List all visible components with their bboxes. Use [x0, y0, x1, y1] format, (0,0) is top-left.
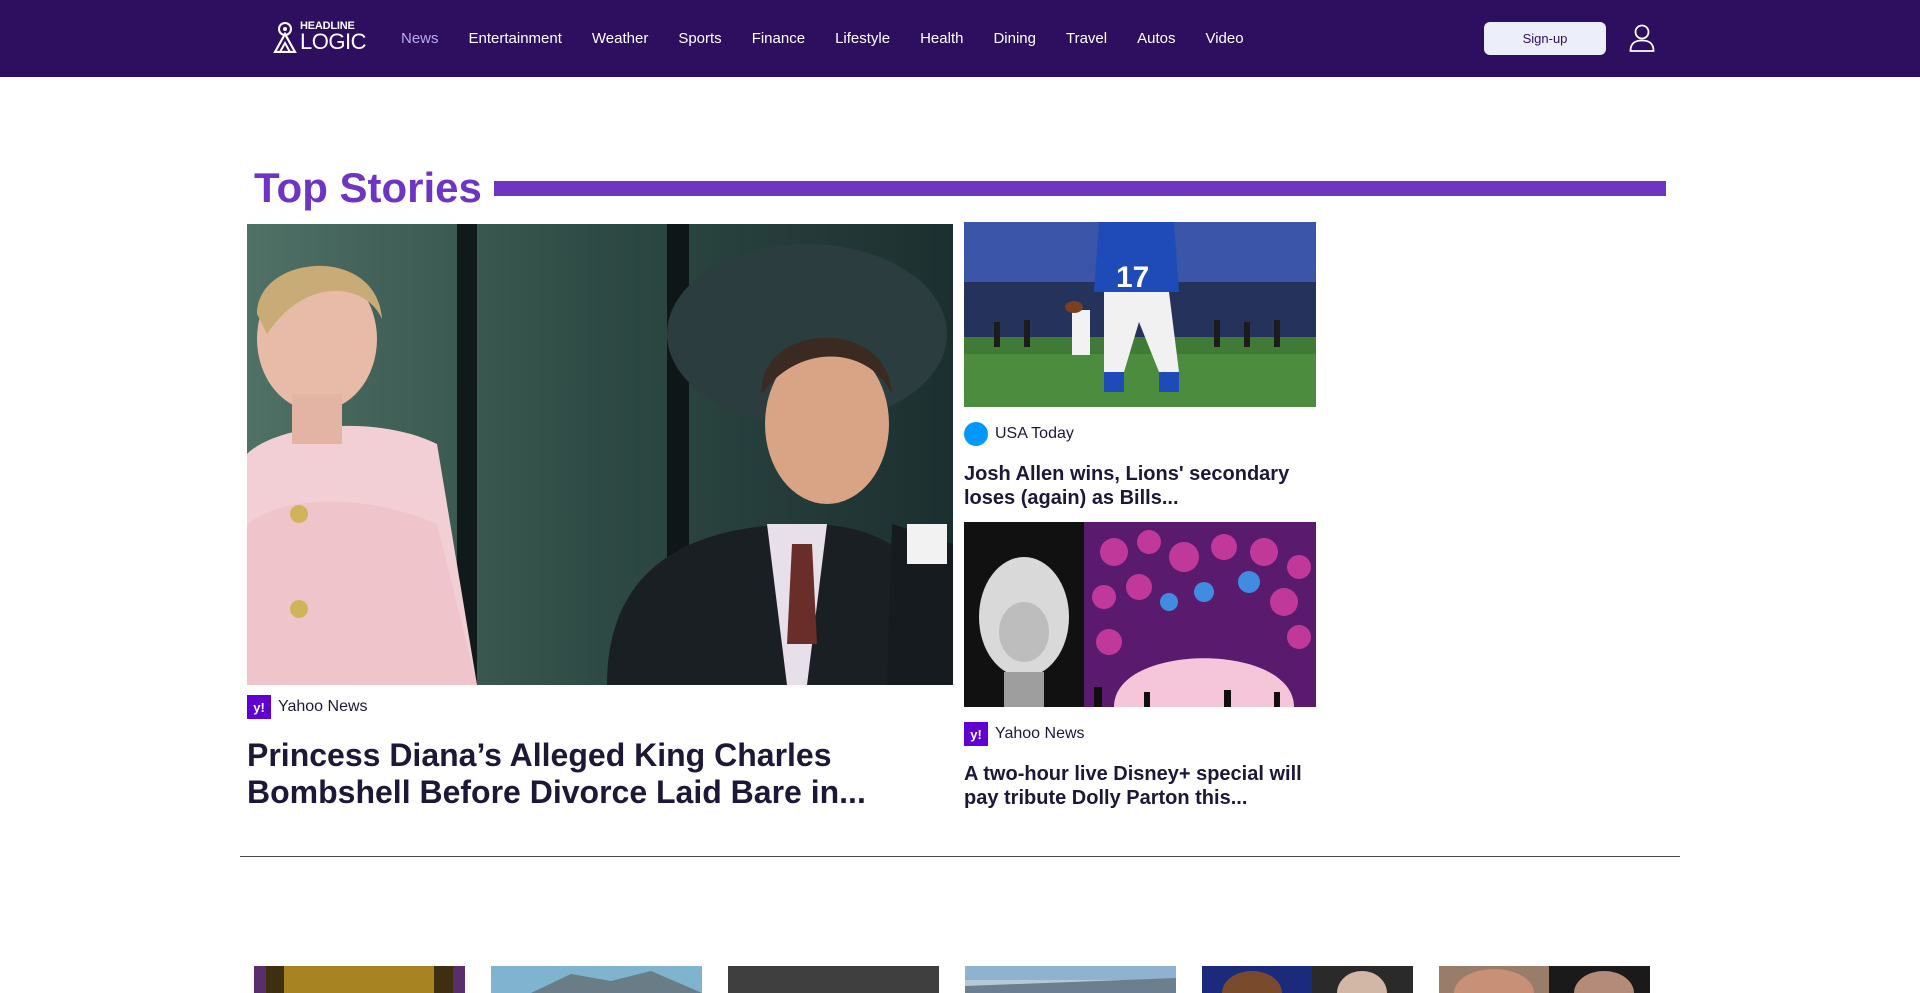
nav-item-travel[interactable]: Travel — [1066, 30, 1107, 47]
story-thumbnail[interactable] — [728, 966, 939, 993]
nav-item-sports[interactable]: Sports — [678, 30, 721, 47]
yahoo-logo-icon: y! — [247, 695, 271, 719]
nav-item-finance[interactable]: Finance — [752, 30, 805, 47]
nav-item-health[interactable]: Health — [920, 30, 963, 47]
side-story-card[interactable]: 17 USA Today Josh Allen wins, Lions' sec… — [964, 222, 1316, 510]
source-name: Yahoo News — [995, 725, 1085, 742]
section-title: Top Stories — [254, 164, 482, 211]
nav-item-entertainment[interactable]: Entertainment — [469, 30, 562, 47]
side-story-image[interactable]: 17 — [964, 222, 1316, 407]
story-thumbnail[interactable] — [491, 966, 702, 993]
nav-item-lifestyle[interactable]: Lifestyle — [835, 30, 890, 47]
main-nav: News Entertainment Weather Sports Financ… — [401, 0, 1274, 77]
nav-item-weather[interactable]: Weather — [592, 30, 648, 47]
side-story-source: USA Today — [964, 422, 1316, 446]
yahoo-logo-icon: y! — [964, 722, 988, 746]
site-logo[interactable]: HEADLINE LOGIC — [272, 20, 366, 54]
section-divider — [240, 856, 1680, 857]
section-title-rule — [493, 180, 1666, 196]
story-thumbnail[interactable] — [1439, 966, 1650, 993]
main-story-image[interactable] — [247, 224, 953, 685]
main-story-source: y! Yahoo News — [247, 695, 953, 719]
nav-item-dining[interactable]: Dining — [993, 30, 1036, 47]
svg-text:17: 17 — [1116, 261, 1149, 294]
nav-item-autos[interactable]: Autos — [1137, 30, 1175, 47]
nav-item-news[interactable]: News — [401, 30, 439, 47]
story-thumbnail[interactable] — [965, 966, 1176, 993]
side-story-headline[interactable]: Josh Allen wins, Lions' secondary loses … — [964, 462, 1316, 510]
logo-text: HEADLINE LOGIC — [300, 21, 366, 53]
usa-today-logo-icon — [964, 422, 988, 446]
side-story-source: y! Yahoo News — [964, 722, 1316, 746]
source-name: USA Today — [995, 425, 1074, 442]
side-story-headline[interactable]: A two-hour live Disney+ special will pay… — [964, 762, 1316, 810]
top-stories-header: Top Stories — [254, 163, 1666, 213]
signup-button[interactable]: Sign-up — [1484, 22, 1606, 55]
nav-item-video[interactable]: Video — [1205, 30, 1243, 47]
main-story-card[interactable]: y! Yahoo News Princess Diana’s Alleged K… — [247, 224, 953, 811]
logo-mark-icon — [273, 22, 297, 53]
main-story-headline[interactable]: Princess Diana’s Alleged King Charles Bo… — [247, 737, 953, 811]
logo-text-line2: LOGIC — [300, 29, 366, 54]
user-icon[interactable] — [1629, 24, 1655, 52]
source-name: Yahoo News — [278, 698, 368, 715]
story-thumbnail[interactable] — [254, 966, 465, 993]
side-story-image[interactable] — [964, 522, 1316, 707]
site-header: HEADLINE LOGIC News Entertainment Weathe… — [0, 0, 1920, 77]
side-story-card[interactable]: y! Yahoo News A two-hour live Disney+ sp… — [964, 522, 1316, 810]
story-thumbnail[interactable] — [1202, 966, 1413, 993]
